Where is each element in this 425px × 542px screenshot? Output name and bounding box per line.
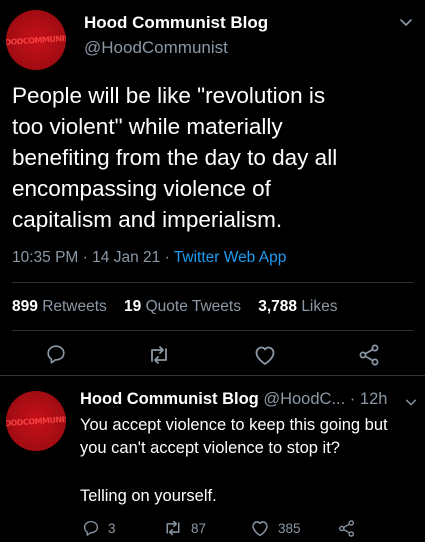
like-icon[interactable] <box>253 344 277 366</box>
share-icon[interactable] <box>337 519 356 538</box>
like-icon <box>250 519 270 537</box>
divider <box>12 330 413 331</box>
main-display-name[interactable]: Hood Communist Blog <box>84 13 268 33</box>
quote-tweets-stat[interactable]: 19 Quote Tweets <box>124 298 241 315</box>
likes-stat[interactable]: 3,788 Likes <box>258 298 337 315</box>
retweets-stat[interactable]: 899 Retweets <box>12 298 107 315</box>
reply-avatar[interactable]: HOODCOMMUNIST <box>6 391 66 451</box>
reply-handle[interactable]: @HoodC... <box>263 390 345 408</box>
meta-separator: · <box>82 249 88 266</box>
tweet-stats: 899 Retweets 19 Quote Tweets 3,788 Likes <box>12 298 338 316</box>
quotes-count: 19 <box>124 298 142 315</box>
tweet-source[interactable]: Twitter Web App <box>174 249 287 266</box>
retweets-label: Retweets <box>42 298 107 315</box>
tweet-date[interactable]: 14 Jan 21 <box>92 249 160 266</box>
likes-label: Likes <box>301 298 338 315</box>
retweet-icon[interactable] <box>147 344 171 366</box>
quotes-label: Quote Tweets <box>145 298 241 315</box>
retweet-count: 87 <box>191 520 207 536</box>
divider <box>0 375 425 376</box>
reply-icon[interactable] <box>45 343 67 365</box>
share-icon[interactable] <box>357 343 381 367</box>
reply-text-line-1: You accept violence to keep this going b… <box>80 416 388 457</box>
avatar-logo-text: HOODCOMMUNIST <box>6 413 66 429</box>
reply-separator: · <box>349 390 356 408</box>
reply-icon <box>82 519 100 537</box>
reply-display-name[interactable]: Hood Communist Blog <box>80 390 259 408</box>
tweet-time: 10:35 PM <box>12 249 79 266</box>
likes-count: 3,788 <box>258 298 297 315</box>
reply-text-line-2: Telling on yourself. <box>80 487 217 505</box>
reply-action[interactable]: 3 <box>82 519 116 537</box>
avatar-logo-text: HOODCOMMUNIST <box>6 32 66 48</box>
chevron-down-icon[interactable] <box>398 14 414 30</box>
reply-age[interactable]: 12h <box>360 390 388 408</box>
tweet-meta: 10:35 PM · 14 Jan 21 · Twitter Web App <box>12 249 286 267</box>
chevron-down-icon[interactable] <box>404 395 418 409</box>
retweet-icon <box>163 519 183 537</box>
reply-count: 3 <box>108 520 116 536</box>
reply-header: Hood Communist Blog @HoodC... · 12h <box>80 390 387 409</box>
retweets-count: 899 <box>12 298 38 315</box>
main-tweet-text: People will be like "revolution is too v… <box>12 83 338 232</box>
like-action[interactable]: 385 <box>250 519 301 537</box>
like-count: 385 <box>278 520 301 536</box>
main-handle[interactable]: @HoodCommunist <box>84 38 228 58</box>
retweet-action[interactable]: 87 <box>163 519 206 537</box>
main-avatar[interactable]: HOODCOMMUNIST <box>6 10 66 70</box>
meta-separator: · <box>164 249 170 266</box>
divider <box>12 282 413 283</box>
